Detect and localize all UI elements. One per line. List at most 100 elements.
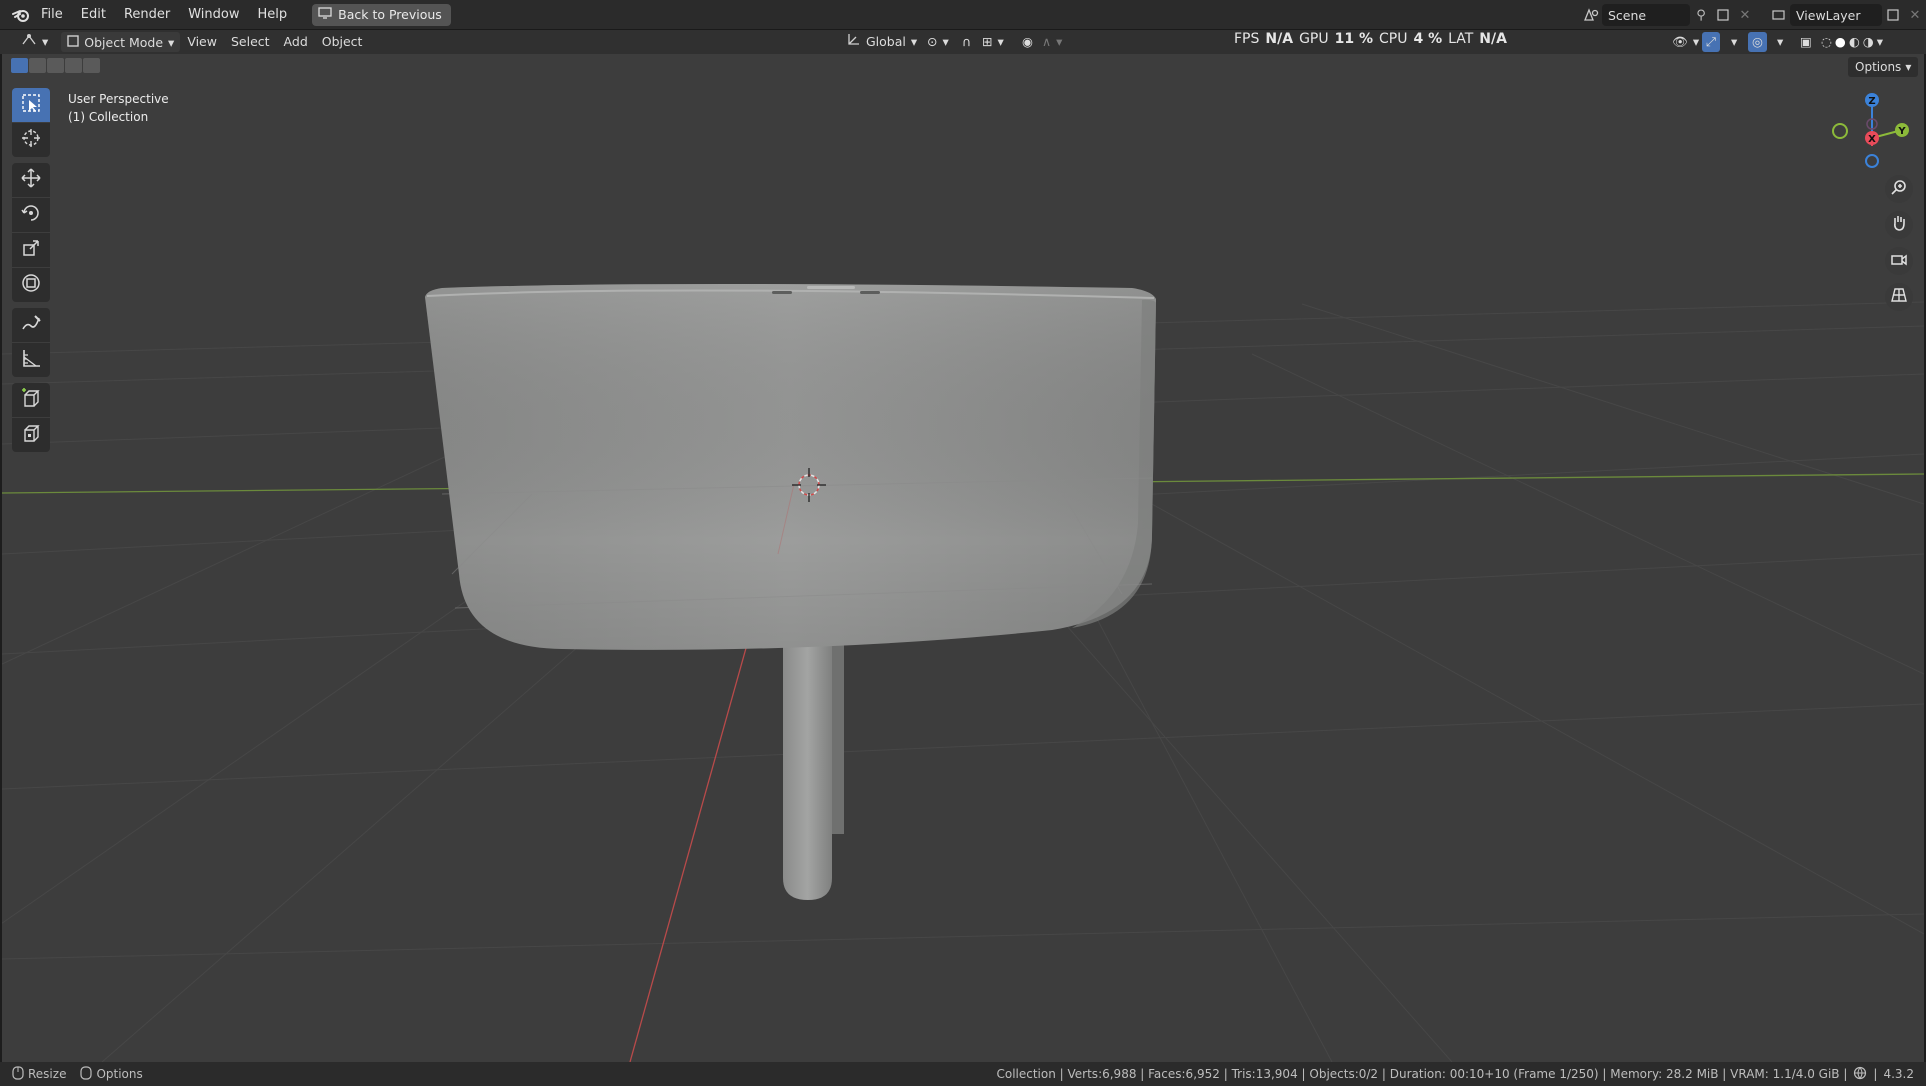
grid-icon	[1890, 286, 1908, 308]
delete-view-layer-icon[interactable]: ✕	[1904, 4, 1926, 26]
cursor-icon	[20, 127, 42, 153]
back-to-previous-label: Back to Previous	[338, 6, 442, 22]
orientation-icon	[847, 32, 861, 52]
gizmo-toggle[interactable]: ⤢	[1702, 32, 1721, 52]
mode-dropdown[interactable]: Object Mode ▾	[61, 32, 181, 52]
back-to-previous-button[interactable]: Back to Previous	[312, 3, 451, 26]
view-layer-field[interactable]: ViewLayer	[1790, 4, 1882, 26]
move-icon	[20, 167, 42, 193]
view-perspective-label: User Perspective	[68, 92, 169, 106]
new-view-layer-icon[interactable]	[1882, 4, 1904, 26]
select-invert-icon[interactable]	[65, 58, 82, 73]
pivot-icon: ⊙	[927, 34, 938, 49]
blender-logo-icon[interactable]	[10, 4, 32, 26]
wireframe-shading-icon[interactable]: ◌	[1821, 32, 1832, 52]
navigation-buttons	[1885, 175, 1913, 311]
object-mode-icon	[67, 34, 79, 50]
viewport-info: User Perspective (1) Collection	[68, 90, 169, 126]
chevron-down-icon: ▾	[168, 34, 175, 50]
menu-add[interactable]: Add	[277, 32, 315, 52]
material-shading-icon[interactable]: ◐	[1849, 32, 1860, 52]
scene-name-field[interactable]: Scene	[1602, 4, 1690, 26]
overlays-toggle[interactable]: ◎	[1748, 32, 1767, 52]
camera-view-button[interactable]	[1885, 247, 1913, 275]
scene-type-icon[interactable]	[1580, 4, 1602, 26]
select-box-icon	[20, 92, 42, 118]
editor-type-icon	[21, 32, 37, 52]
annotate-icon	[20, 312, 42, 338]
menu-file[interactable]: File	[32, 4, 72, 26]
move-tool[interactable]	[12, 163, 50, 197]
add-mesh-tool[interactable]	[12, 418, 50, 452]
xray-icon: ▣	[1800, 34, 1812, 49]
overlays-dropdown[interactable]: ▾	[1770, 32, 1790, 52]
plug-body	[425, 284, 1156, 650]
delete-scene-icon[interactable]: ✕	[1734, 4, 1756, 26]
gizmo-z-negative[interactable]	[1865, 154, 1879, 168]
blender-version: 4.3.2	[1883, 1067, 1914, 1081]
mouse-icon	[12, 1065, 24, 1083]
new-scene-icon[interactable]	[1712, 4, 1734, 26]
falloff-dropdown[interactable]: ∧ ▾	[1035, 32, 1069, 52]
menu-select[interactable]: Select	[224, 32, 277, 52]
screen-icon	[318, 4, 332, 26]
object-visibility-dropdown[interactable]: 👁 ▾	[1665, 32, 1706, 52]
pan-button[interactable]	[1885, 211, 1913, 239]
status-resize-label: Resize	[28, 1067, 67, 1081]
view-layer-text: ViewLayer	[1796, 7, 1861, 23]
gizmo-y-label: Y	[1897, 126, 1906, 137]
menu-render[interactable]: Render	[115, 4, 179, 26]
scale-tool[interactable]	[12, 233, 50, 267]
mouse-right-icon	[80, 1065, 93, 1083]
shading-dropdown-icon[interactable]: ▾	[1877, 32, 1883, 52]
menu-edit[interactable]: Edit	[72, 4, 115, 26]
solid-shading-icon[interactable]: ●	[1835, 32, 1846, 52]
select-new-icon[interactable]	[11, 58, 28, 73]
orientation-label: Global	[866, 34, 906, 49]
scene-name-text: Scene	[1608, 7, 1647, 23]
gizmo-y-negative[interactable]	[1832, 123, 1848, 139]
gizmo-dropdown[interactable]: ▾	[1724, 32, 1744, 52]
menu-view[interactable]: View	[180, 32, 224, 52]
overlays-icon: ◎	[1752, 34, 1763, 49]
gpu-label: GPU	[1299, 31, 1329, 47]
lat-value: N/A	[1479, 31, 1507, 47]
menu-object[interactable]: Object	[315, 32, 370, 52]
view-layer-icon[interactable]	[1768, 4, 1790, 26]
transform-tool[interactable]	[12, 268, 50, 302]
pivot-point-dropdown[interactable]: ⊙ ▾	[920, 32, 956, 52]
select-box-tool[interactable]	[12, 88, 50, 122]
zoom-button[interactable]	[1885, 175, 1913, 203]
transform-orientation-dropdown[interactable]: Global ▾	[840, 32, 924, 52]
rotate-tool[interactable]	[12, 198, 50, 232]
perspective-toggle-button[interactable]	[1885, 283, 1913, 311]
magnet-icon: ∩	[962, 34, 972, 49]
cursor-tool[interactable]	[12, 123, 50, 157]
transform-icon	[20, 272, 42, 298]
rendered-shading-icon[interactable]: ◑	[1863, 32, 1874, 52]
options-label: Options	[1855, 60, 1902, 74]
status-bar: Resize Options Collection | Verts:6,988 …	[0, 1062, 1926, 1086]
viewport-options-button[interactable]: Options ▾	[1848, 57, 1919, 77]
annotate-tool[interactable]	[12, 308, 50, 342]
shading-modes: ◌ ● ◐ ◑ ▾	[1814, 32, 1890, 52]
select-extend-icon[interactable]	[29, 58, 46, 73]
menu-help[interactable]: Help	[249, 4, 297, 26]
snap-target-dropdown[interactable]: ⊞ ▾	[975, 32, 1011, 52]
select-intersect-icon[interactable]	[83, 58, 100, 73]
fps-value: N/A	[1265, 31, 1294, 47]
navigation-gizmo[interactable]: Z Y X	[1824, 90, 1924, 174]
pin-icon[interactable]: ⚲	[1690, 4, 1712, 26]
editor-type-button[interactable]: ▾	[14, 32, 55, 52]
cpu-label: CPU	[1379, 31, 1408, 47]
measure-tool[interactable]	[12, 343, 50, 377]
gizmo-z-label: Z	[1868, 96, 1875, 107]
3d-viewport[interactable]	[2, 54, 1924, 1062]
status-separator: |	[1873, 1067, 1878, 1081]
menu-window[interactable]: Window	[179, 4, 248, 26]
scene-statistics-text: Collection | Verts:6,988 | Faces:6,952 |…	[996, 1067, 1848, 1081]
status-options-label: Options	[96, 1067, 143, 1081]
viewport-header: ▾ Object Mode ▾ View Select Add Object G…	[0, 30, 1926, 54]
select-subtract-icon[interactable]	[47, 58, 64, 73]
add-cube-tool[interactable]	[12, 383, 50, 417]
